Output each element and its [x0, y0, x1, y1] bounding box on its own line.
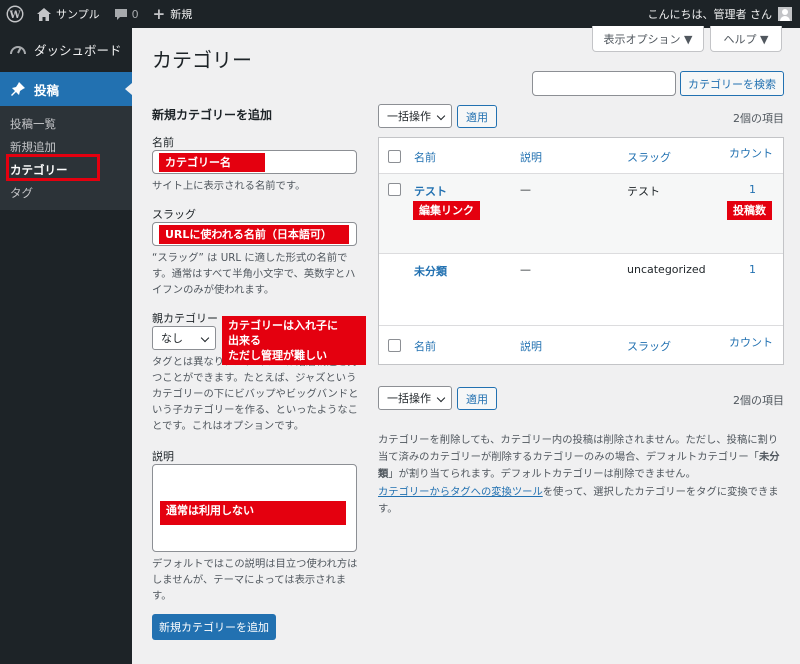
column-footer-count[interactable]: カウント: [729, 334, 773, 350]
name-label: 名前: [152, 136, 174, 149]
name-help: サイト上に表示される名前です。: [152, 180, 306, 192]
category-search-input[interactable]: [532, 71, 676, 96]
page-title: カテゴリー: [152, 48, 252, 72]
column-header-count[interactable]: カウント: [729, 145, 773, 161]
converter-note: カテゴリーからタグへの変換ツールを使って、選択したカテゴリーをタグに変換できます…: [378, 484, 788, 518]
table-row: テスト — テスト 1 編集リンク 投稿数: [379, 174, 783, 254]
column-footer-description[interactable]: 説明: [520, 338, 542, 354]
category-tag-converter-link[interactable]: カテゴリーからタグへの変換ツール: [378, 486, 543, 498]
column-header-slug[interactable]: スラッグ: [627, 149, 671, 165]
home-icon: [37, 7, 51, 21]
slug-help: “スラッグ” は URL に適した形式の名前です。通常はすべて半角小文字で、英数…: [152, 252, 356, 296]
chevron-down-icon: [436, 393, 446, 403]
plus-icon: +: [152, 5, 166, 23]
avatar: [778, 7, 792, 21]
chevron-down-icon: [200, 333, 210, 343]
bulk-action-label: 一括操作: [387, 392, 431, 405]
submenu-tags[interactable]: タグ: [0, 181, 132, 204]
menu-item-dashboard[interactable]: ダッシュボード: [0, 32, 132, 66]
items-count-top: 2個の項目: [733, 112, 784, 125]
select-all-checkbox[interactable]: [388, 150, 401, 163]
main-content: 表示オプション ▼ ヘルプ ▼ カテゴリー カテゴリーを検索 新規カテゴリーを追…: [132, 26, 800, 664]
search-categories-button[interactable]: カテゴリーを検索: [680, 71, 784, 96]
menu-item-posts[interactable]: 投稿: [0, 72, 132, 106]
row-description: —: [520, 263, 531, 276]
items-count-bottom: 2個の項目: [733, 394, 784, 407]
column-footer-name[interactable]: 名前: [414, 338, 436, 354]
parent-category-select[interactable]: なし: [152, 326, 216, 350]
highlight-box-categories: [6, 154, 100, 181]
bulk-action-label: 一括操作: [387, 110, 431, 123]
column-header-description[interactable]: 説明: [520, 149, 542, 165]
annotation-parent: カテゴリーは入れ子に 出来る ただし管理が難しい: [222, 316, 366, 365]
chevron-down-icon: [436, 111, 446, 121]
apply-button-bottom[interactable]: 適用: [457, 387, 497, 410]
column-header-name[interactable]: 名前: [414, 149, 436, 165]
row-count-link[interactable]: 1: [749, 183, 756, 196]
comments-link[interactable]: 0: [107, 0, 146, 28]
row-count-link[interactable]: 1: [749, 263, 756, 276]
annotation-name: カテゴリー名: [159, 153, 265, 172]
annotation-parent-line-1: カテゴリーは入れ子に: [228, 319, 338, 332]
row-name-link[interactable]: テスト: [414, 183, 447, 199]
screen-options-button[interactable]: 表示オプション ▼: [592, 26, 704, 52]
comments-count: 0: [131, 7, 139, 21]
delete-note: カテゴリーを削除しても、カテゴリー内の投稿は削除されません。ただし、投稿に割り当…: [378, 432, 788, 483]
slug-label: スラッグ: [152, 208, 196, 221]
parent-select-value: なし: [161, 332, 183, 345]
delete-note-text: カテゴリーを削除しても、カテゴリー内の投稿は削除されません。ただし、投稿に割り当…: [378, 434, 779, 463]
site-name: サンプル: [56, 8, 100, 21]
form-heading: 新規カテゴリーを追加: [152, 108, 273, 122]
new-content-link[interactable]: + 新規: [146, 0, 200, 28]
comment-icon: [114, 8, 128, 21]
description-help: デフォルトではこの説明は目立つ使われ方はしませんが、テーマによっては表示されます…: [152, 558, 358, 602]
annotation-post-count: 投稿数: [727, 201, 772, 220]
row-description: —: [520, 183, 531, 196]
category-table: 名前 説明 スラッグ カウント テスト — テスト 1 編集リンク 投稿数 未分…: [378, 137, 784, 365]
menu-label-dashboard: ダッシュボード: [34, 42, 122, 58]
annotation-description: 通常は利用しない: [160, 501, 346, 525]
row-slug: テスト: [627, 185, 660, 198]
bulk-action-select-top[interactable]: 一括操作: [378, 104, 452, 128]
select-all-checkbox-footer[interactable]: [388, 339, 401, 352]
bulk-action-select-bottom[interactable]: 一括操作: [378, 386, 452, 410]
row-slug: uncategorized: [627, 263, 706, 276]
site-name-link[interactable]: サンプル: [30, 0, 107, 28]
table-footer-row: 名前 説明 スラッグ カウント: [379, 326, 783, 364]
admin-bar: W サンプル 0 + 新規 こんにちは、管理者 さん: [0, 0, 800, 28]
apply-button-top[interactable]: 適用: [457, 105, 497, 128]
submenu-all-posts[interactable]: 投稿一覧: [0, 112, 132, 135]
parent-help: タグとは異なり、カテゴリーは階層構造を持つことができます。たとえば、ジャズという…: [152, 356, 359, 432]
annotation-parent-line-2: 出来る: [228, 334, 261, 347]
add-category-button[interactable]: 新規カテゴリーを追加: [152, 614, 276, 640]
help-button[interactable]: ヘルプ ▼: [710, 26, 782, 52]
greeting-text: こんにちは、管理者 さん: [647, 8, 773, 21]
delete-note-end: 」が割り当てられます。デフォルトカテゴリーは削除できません。: [388, 468, 696, 480]
admin-sidebar: ダッシュボード 投稿 投稿一覧 新規追加 カテゴリー タグ: [0, 28, 132, 664]
table-header-row: 名前 説明 スラッグ カウント: [379, 138, 783, 174]
annotation-edit-link: 編集リンク: [413, 201, 480, 220]
my-account-link[interactable]: こんにちは、管理者 さん: [641, 0, 800, 28]
annotation-parent-line-3: ただし管理が難しい: [228, 349, 327, 362]
wordpress-logo-icon[interactable]: W: [0, 0, 30, 28]
parent-label: 親カテゴリー: [152, 312, 218, 325]
pushpin-icon: [8, 82, 28, 96]
row-checkbox[interactable]: [388, 183, 401, 196]
svg-text:W: W: [8, 10, 21, 21]
menu-label-posts: 投稿: [34, 82, 60, 98]
row-name-link[interactable]: 未分類: [414, 263, 447, 279]
new-label: 新規: [170, 8, 193, 21]
table-row: 未分類 — uncategorized 1: [379, 254, 783, 326]
description-label: 説明: [152, 450, 174, 463]
column-footer-slug[interactable]: スラッグ: [627, 338, 671, 354]
annotation-slug: URLに使われる名前（日本語可）: [159, 225, 349, 244]
dashboard-icon: [8, 42, 28, 56]
